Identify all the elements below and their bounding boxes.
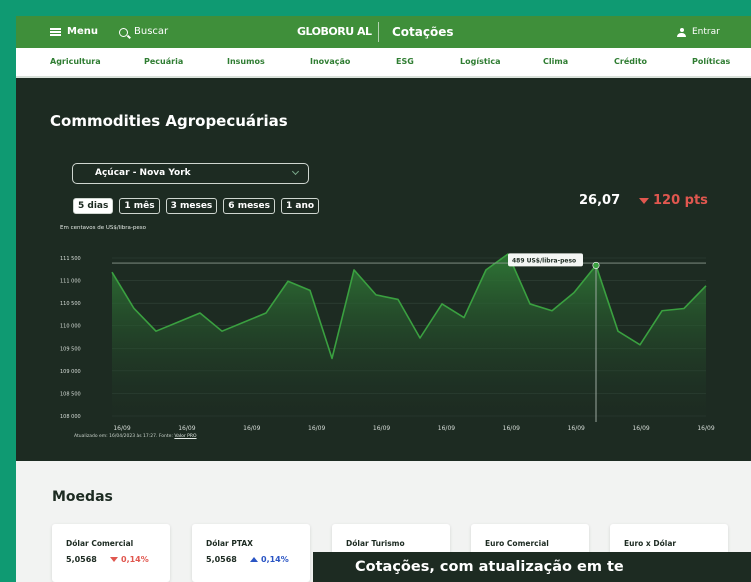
currency-name: Dólar Comercial xyxy=(66,539,134,548)
nav-item-esg[interactable]: ESG xyxy=(396,48,414,76)
y-tick-label: 108 000 xyxy=(60,414,81,420)
currency-value: 5,0568 xyxy=(206,555,237,564)
x-tick-label: 16/09 xyxy=(373,425,390,432)
nav-item-insumos[interactable]: Insumos xyxy=(227,48,265,76)
nav-item-agricultura[interactable]: Agricultura xyxy=(50,48,101,76)
chart-tooltip-text: 489 US$/libra-peso xyxy=(512,257,576,264)
currency-name: Euro Comercial xyxy=(485,539,549,548)
menu-label: Menu xyxy=(67,26,98,37)
footnote-text: Atualizado em: 16/04/2023 às 17:27. Font… xyxy=(74,434,173,439)
chart-footnote: Atualizado em: 16/04/2023 às 17:27. Font… xyxy=(74,434,197,439)
currency-change: 0,14% xyxy=(250,555,289,564)
nav-item-logistica[interactable]: Logística xyxy=(460,48,501,76)
currency-name: Euro x Dólar xyxy=(624,539,677,548)
currency-card-dolar-ptax[interactable]: Dólar PTAX 5,0568 0,14% xyxy=(192,524,310,582)
commodity-select[interactable]: Açúcar - Nova York xyxy=(72,163,309,184)
x-tick-label: 16/09 xyxy=(503,425,520,432)
top-bar: Menu Buscar GLOBORU AL Cotações Entrar xyxy=(16,16,751,48)
x-tick-label: 16/09 xyxy=(632,425,649,432)
price-delta: 120 pts xyxy=(639,193,708,208)
range-6-months-button[interactable]: 6 meses xyxy=(223,198,275,214)
video-caption: Cotações, com atualização em te xyxy=(313,552,751,582)
commodity-select-value: Açúcar - Nova York xyxy=(95,168,191,178)
moedas-title: Moedas xyxy=(52,489,113,505)
y-tick-label: 110 500 xyxy=(60,301,81,307)
x-tick-label: 16/09 xyxy=(243,425,260,432)
down-arrow-icon xyxy=(639,197,649,204)
y-tick-label: 109 500 xyxy=(60,346,81,352)
currency-change: 0,14% xyxy=(110,555,149,564)
y-tick-label: 109 000 xyxy=(60,369,81,375)
x-tick-label: 16/09 xyxy=(438,425,455,432)
nav-item-politicas[interactable]: Políticas xyxy=(692,48,730,76)
y-tick-label: 111 000 xyxy=(60,279,81,285)
chart-area xyxy=(112,254,706,422)
range-3-months-button[interactable]: 3 meses xyxy=(165,198,218,214)
search-icon xyxy=(119,27,128,37)
range-1-month-button[interactable]: 1 mês xyxy=(119,198,160,214)
x-tick-label: 16/09 xyxy=(178,425,195,432)
currency-name: Dólar PTAX xyxy=(206,539,253,548)
chart-unit-label: Em centavos de US$/libra-peso xyxy=(60,225,146,231)
login-label: Entrar xyxy=(692,27,720,37)
page-title: Commodities Agropecuárias xyxy=(50,112,288,130)
y-tick-label: 108 500 xyxy=(60,391,81,397)
user-icon xyxy=(677,27,686,37)
nav-item-pecuaria[interactable]: Pecuária xyxy=(144,48,183,76)
x-tick-label: 16/09 xyxy=(697,425,714,432)
search-label: Buscar xyxy=(134,26,169,37)
footnote-source-link[interactable]: Valor PRO xyxy=(174,434,196,439)
up-arrow-icon xyxy=(250,557,258,562)
header-divider xyxy=(378,22,379,42)
currency-change-value: 0,14% xyxy=(121,555,149,564)
x-tick-label: 16/09 xyxy=(308,425,325,432)
category-nav: Agricultura Pecuária Insumos Inovação ES… xyxy=(16,48,751,78)
nav-item-credito[interactable]: Crédito xyxy=(614,48,647,76)
search-button[interactable]: Buscar xyxy=(119,16,168,48)
down-arrow-icon xyxy=(110,557,118,562)
price-chart[interactable]: 111 500 111 000 110 500 110 000 109 500 109 0… xyxy=(16,236,751,432)
y-tick-label: 110 000 xyxy=(60,324,81,330)
login-button[interactable]: Entrar xyxy=(677,16,720,48)
current-price: 26,07 xyxy=(579,193,621,208)
section-title[interactable]: Cotações xyxy=(392,16,454,48)
hamburger-icon xyxy=(50,28,61,36)
site-logo[interactable]: GLOBORU AL xyxy=(297,16,372,48)
price-delta-value: 120 pts xyxy=(653,193,708,208)
page-frame: Menu Buscar GLOBORU AL Cotações Entrar A… xyxy=(16,16,751,582)
y-tick-label: 111 500 xyxy=(60,256,81,262)
currency-value: 5,0568 xyxy=(66,555,97,564)
currency-card-dolar-comercial[interactable]: Dólar Comercial 5,0568 0,14% xyxy=(52,524,170,582)
chevron-down-icon xyxy=(291,167,300,176)
range-selector: 5 dias 1 mês 3 meses 6 meses 1 ano xyxy=(73,198,320,214)
nav-item-clima[interactable]: Clima xyxy=(543,48,568,76)
menu-button[interactable]: Menu xyxy=(50,16,98,48)
currency-name: Dólar Turismo xyxy=(346,539,405,548)
x-tick-label: 16/09 xyxy=(113,425,130,432)
range-5-days-button[interactable]: 5 dias xyxy=(73,198,114,214)
highlight-point xyxy=(592,261,600,269)
nav-item-inovacao[interactable]: Inovação xyxy=(310,48,350,76)
currency-change-value: 0,14% xyxy=(261,555,289,564)
range-1-year-button[interactable]: 1 ano xyxy=(281,198,320,214)
x-tick-label: 16/09 xyxy=(568,425,585,432)
